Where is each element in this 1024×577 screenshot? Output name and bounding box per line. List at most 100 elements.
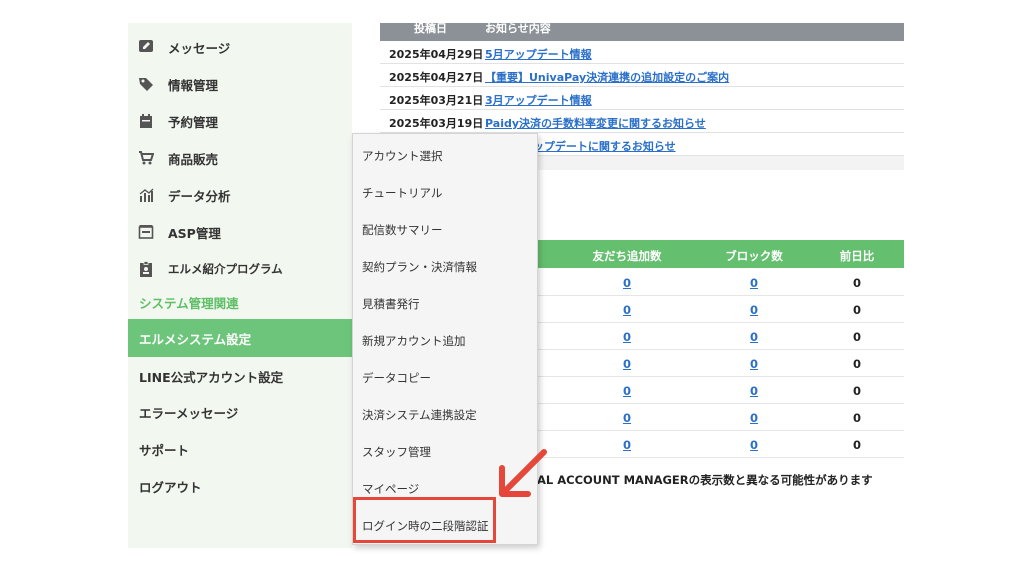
sidebar-item-label: 予約管理 xyxy=(168,114,219,130)
menu-item-payment-integration[interactable]: 決済システム連携設定 xyxy=(353,395,537,431)
menu-item-label: スタッフ管理 xyxy=(362,445,431,459)
message-edit-icon xyxy=(138,39,154,55)
sidebar-item-error-message[interactable]: エラーメッセージ xyxy=(128,395,352,429)
table-row: 0 0 0 xyxy=(535,404,904,431)
day-over-day-value: 0 xyxy=(852,303,862,317)
table-row: 2025年04月27日 【重要】UnivaPay決済連携の追加設定のご案内 xyxy=(380,64,904,87)
friends-added-link[interactable]: 0 xyxy=(623,438,631,452)
day-over-day-value: 0 xyxy=(852,411,862,425)
sidebar-item-elme-system-settings[interactable]: エルメシステム設定 xyxy=(128,319,352,357)
news-date: 2025年03月19日 xyxy=(389,117,484,130)
sidebar-item-reservation[interactable]: 予約管理 xyxy=(128,104,352,138)
stats-header-day-over-day: 前日比 xyxy=(839,249,875,263)
sidebar: メッセージ 情報管理 予約管理 商品販売 データ分析 ASP管理 エルメ紹介プロ… xyxy=(128,23,352,548)
menu-item-data-copy[interactable]: データコピー xyxy=(353,358,537,394)
tag-icon xyxy=(138,76,154,92)
friends-added-link[interactable]: 0 xyxy=(623,357,631,371)
sidebar-item-label: データ分析 xyxy=(168,188,231,204)
stats-header-friends-added: 友だち追加数 xyxy=(592,249,662,263)
news-header-date: 投稿日 xyxy=(414,22,447,35)
news-date: 2025年03月21日 xyxy=(389,94,484,107)
sidebar-item-label: エルメ紹介プログラム xyxy=(168,262,283,276)
menu-item-label: 新規アカウント追加 xyxy=(362,334,466,348)
blocks-link[interactable]: 0 xyxy=(750,330,758,344)
cart-icon xyxy=(138,150,154,166)
sidebar-item-info[interactable]: 情報管理 xyxy=(128,67,352,101)
sidebar-item-label: ASP管理 xyxy=(168,225,221,241)
sidebar-item-label: ログアウト xyxy=(139,479,202,495)
menu-item-quotation[interactable]: 見積書発行 xyxy=(353,284,537,320)
arrow-annotation-icon xyxy=(492,446,552,506)
news-table-header: 投稿日 お知らせ内容 xyxy=(380,22,904,41)
news-link[interactable]: 【重要】UnivaPay決済連携の追加設定のご案内 xyxy=(485,69,729,85)
badge-icon xyxy=(138,261,154,277)
friends-added-link[interactable]: 0 xyxy=(623,330,631,344)
blocks-link[interactable]: 0 xyxy=(750,438,758,452)
stats-table: 友だち追加数 ブロック数 前日比 0 0 0 0 0 0 0 0 0 0 0 0… xyxy=(535,240,904,458)
day-over-day-value: 0 xyxy=(852,438,862,452)
sidebar-item-sales[interactable]: 商品販売 xyxy=(128,141,352,175)
table-row: 0 0 0 xyxy=(535,377,904,404)
menu-item-label: 配信数サマリー xyxy=(362,223,443,237)
menu-item-label: 見積書発行 xyxy=(362,297,420,311)
table-row: 0 0 0 xyxy=(535,269,904,296)
sidebar-item-label: 商品販売 xyxy=(168,151,219,167)
friends-added-link[interactable]: 0 xyxy=(623,411,631,425)
stats-table-header: 友だち追加数 ブロック数 前日比 xyxy=(535,240,904,268)
blocks-link[interactable]: 0 xyxy=(750,303,758,317)
sidebar-item-referral[interactable]: エルメ紹介プログラム xyxy=(128,252,352,286)
sidebar-item-support[interactable]: サポート xyxy=(128,432,352,466)
chart-icon xyxy=(138,187,154,203)
news-link[interactable]: 3月アップデート情報 xyxy=(485,92,592,108)
sidebar-item-message[interactable]: メッセージ xyxy=(128,30,352,64)
menu-item-contract-plan[interactable]: 契約プラン・決済情報 xyxy=(353,247,537,283)
blocks-link[interactable]: 0 xyxy=(750,411,758,425)
table-row: 2025年03月21日 3月アップデート情報 xyxy=(380,87,904,110)
sidebar-item-line-account-settings[interactable]: LINE公式アカウント設定 xyxy=(128,359,352,393)
friends-added-link[interactable]: 0 xyxy=(623,303,631,317)
table-row: 0 0 0 xyxy=(535,431,904,458)
menu-item-label: データコピー xyxy=(362,371,431,385)
sidebar-item-analytics[interactable]: データ分析 xyxy=(128,178,352,212)
day-over-day-value: 0 xyxy=(852,357,862,371)
news-date: 2025年04月29日 xyxy=(389,48,484,61)
sidebar-item-asp[interactable]: ASP管理 xyxy=(128,215,352,249)
table-row: 0 0 0 xyxy=(535,350,904,377)
day-over-day-value: 0 xyxy=(852,330,862,344)
sidebar-item-logout[interactable]: ログアウト xyxy=(128,469,352,503)
sidebar-item-label: メッセージ xyxy=(168,40,231,56)
blocks-link[interactable]: 0 xyxy=(750,357,758,371)
menu-item-add-account[interactable]: 新規アカウント追加 xyxy=(353,321,537,357)
sidebar-item-label: LINE公式アカウント設定 xyxy=(139,369,284,385)
stats-note: AL ACCOUNT MANAGERの表示数と異なる可能性があります xyxy=(537,473,873,487)
day-over-day-value: 0 xyxy=(852,384,862,398)
blocks-link[interactable]: 0 xyxy=(750,384,758,398)
menu-item-delivery-summary[interactable]: 配信数サマリー xyxy=(353,210,537,246)
table-row: 2025年03月19日 Paidy決済の手数料率変更に関するお知らせ xyxy=(380,110,904,133)
inbox-icon xyxy=(138,224,154,240)
menu-item-label: マイページ xyxy=(362,482,420,496)
menu-item-label: 決済システム連携設定 xyxy=(362,408,477,422)
table-row: 0 0 0 xyxy=(535,296,904,323)
news-link[interactable]: Paidy決済の手数料率変更に関するお知らせ xyxy=(485,115,706,131)
menu-item-label: チュートリアル xyxy=(362,186,443,200)
calendar-icon xyxy=(138,113,154,129)
table-row: 0 0 0 xyxy=(535,323,904,350)
friends-added-link[interactable]: 0 xyxy=(623,276,631,290)
sidebar-item-label: サポート xyxy=(139,442,190,458)
news-link[interactable]: 5月アップデート情報 xyxy=(485,46,592,62)
menu-item-account-select[interactable]: アカウント選択 xyxy=(353,136,537,172)
blocks-link[interactable]: 0 xyxy=(750,276,758,290)
day-over-day-value: 0 xyxy=(852,276,862,290)
sidebar-item-label: エラーメッセージ xyxy=(139,405,239,421)
menu-item-label: アカウント選択 xyxy=(362,149,443,163)
stats-header-blocks: ブロック数 xyxy=(725,249,783,263)
friends-added-link[interactable]: 0 xyxy=(623,384,631,398)
menu-item-label: 契約プラン・決済情報 xyxy=(362,260,477,274)
section-label-system: システム管理関連 xyxy=(139,296,239,311)
highlight-box xyxy=(353,497,496,543)
menu-item-tutorial[interactable]: チュートリアル xyxy=(353,173,537,209)
sidebar-item-label: 情報管理 xyxy=(168,77,219,93)
news-header-content: お知らせ内容 xyxy=(485,22,551,35)
sidebar-item-label: エルメシステム設定 xyxy=(139,331,252,347)
